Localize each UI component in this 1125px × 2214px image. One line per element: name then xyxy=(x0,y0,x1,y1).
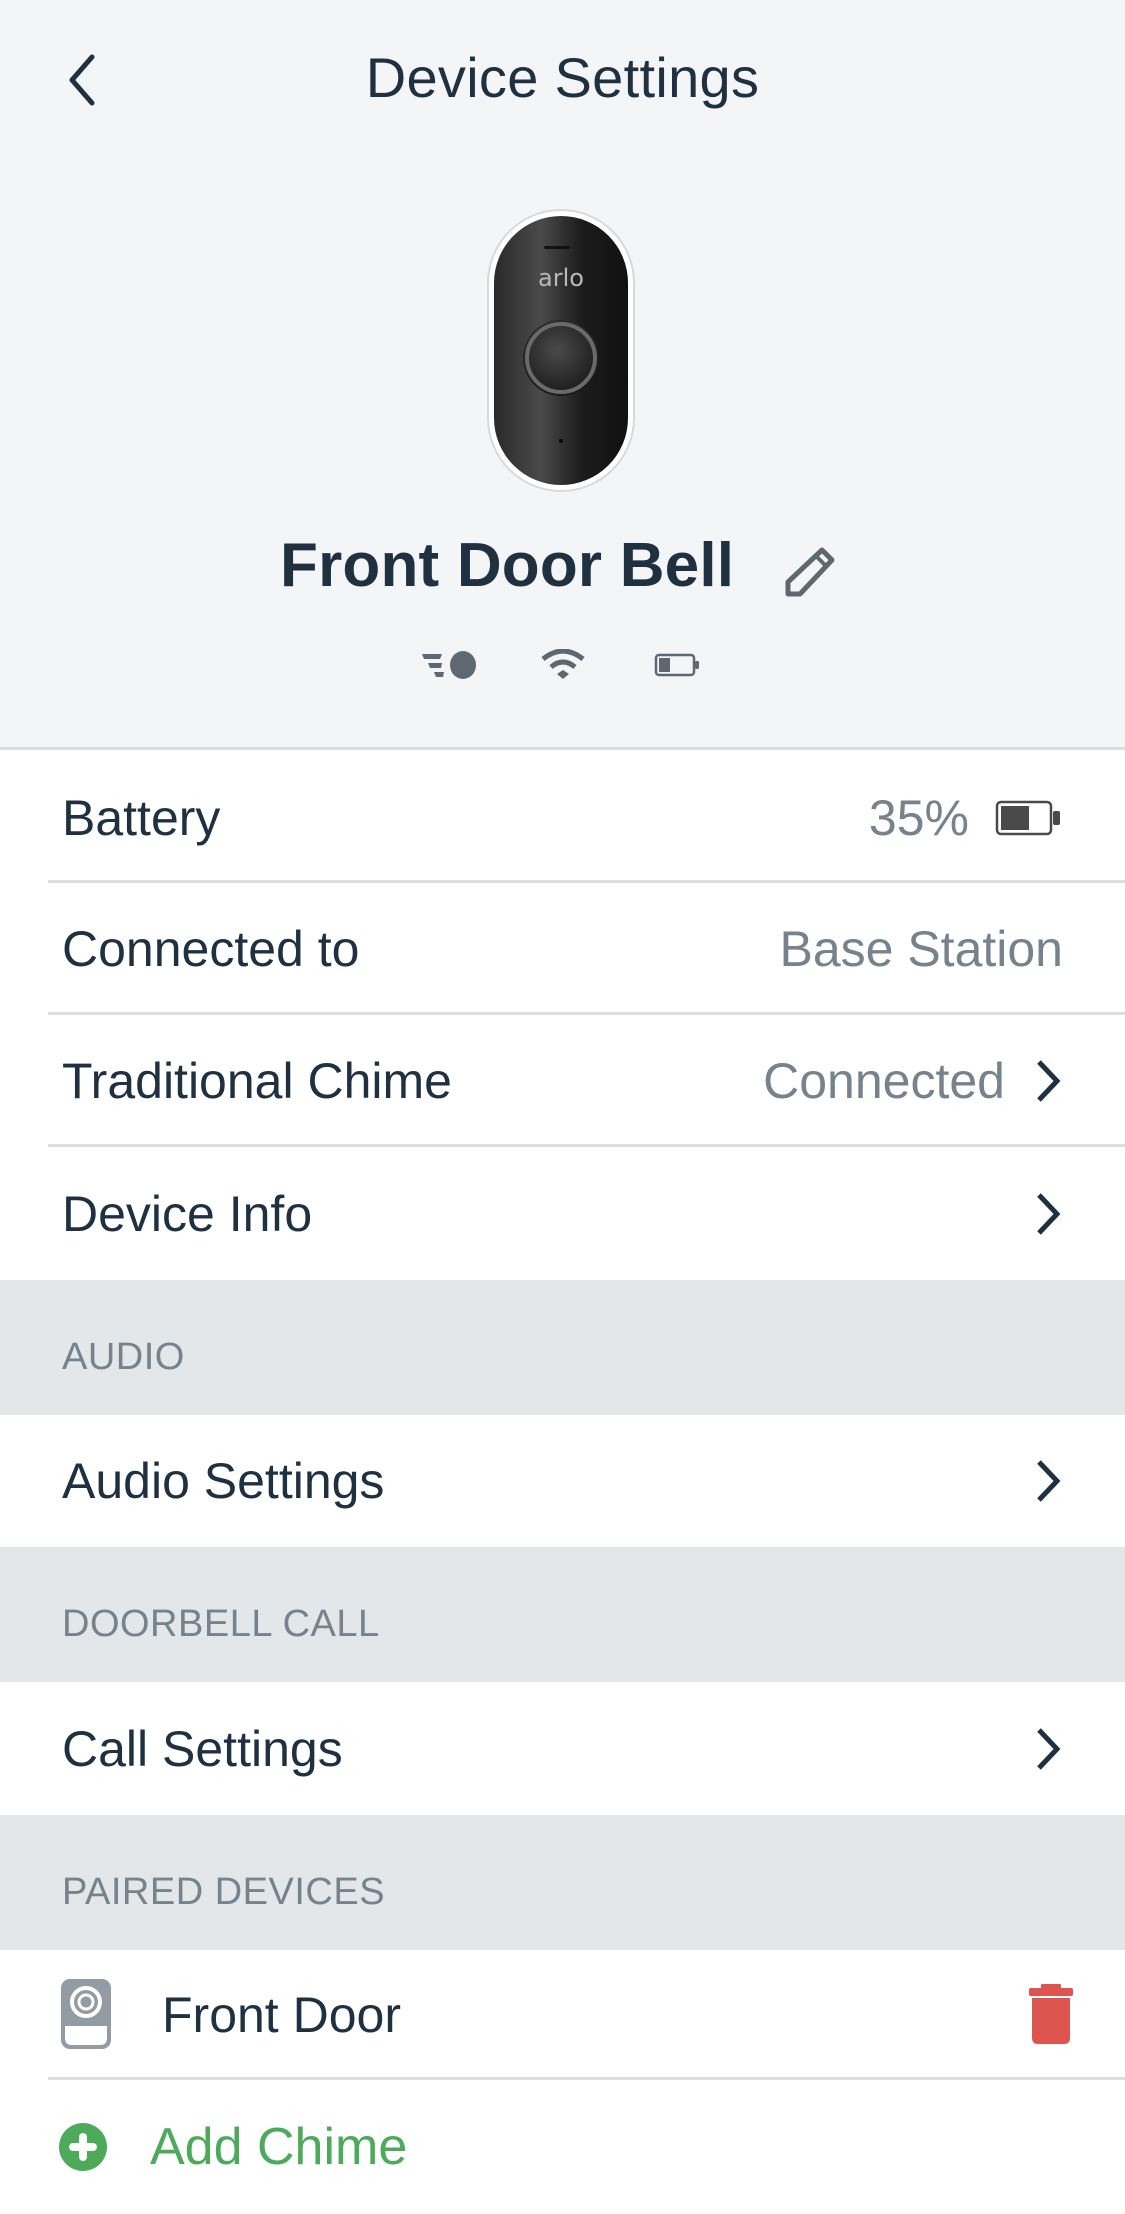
doorbell-device-image: arlo xyxy=(487,209,635,492)
page-title: Device Settings xyxy=(365,46,760,109)
motion-icon xyxy=(422,651,476,679)
traditional-chime-label: Traditional Chime xyxy=(62,1053,452,1109)
section-header-paired-devices: PAIRED DEVICES xyxy=(0,1815,1125,1950)
device-header: Device Settings arlo Front Door Bell xyxy=(0,0,1125,750)
traditional-chime-value: Connected xyxy=(763,1053,1005,1109)
motion-status xyxy=(420,645,480,685)
trash-icon xyxy=(1029,1984,1073,2044)
wifi-status xyxy=(538,645,588,685)
connected-to-label: Connected to xyxy=(62,921,360,977)
chevron-right-icon xyxy=(1037,1060,1061,1102)
delete-paired-device-button[interactable] xyxy=(1021,1978,1081,2050)
section-title: PAIRED DEVICES xyxy=(62,1871,386,1913)
audio-settings-label: Audio Settings xyxy=(62,1453,385,1509)
paired-device-name: Front Door xyxy=(162,1987,401,2043)
plus-circle-icon xyxy=(59,2123,107,2171)
edit-name-button[interactable] xyxy=(778,540,842,604)
chevron-right-icon xyxy=(1037,1727,1061,1770)
call-settings-row[interactable]: Call Settings xyxy=(0,1682,1125,1815)
audio-settings-row[interactable]: Audio Settings xyxy=(0,1415,1125,1547)
section-header-doorbell-call: DOORBELL CALL xyxy=(0,1547,1125,1682)
battery-icon xyxy=(995,800,1060,836)
device-name-row: Front Door Bell xyxy=(0,530,1125,610)
call-settings-label: Call Settings xyxy=(62,1720,343,1777)
section-header-audio: AUDIO xyxy=(0,1280,1125,1415)
paired-device-row[interactable]: Front Door xyxy=(0,1950,1125,2080)
wifi-icon xyxy=(541,649,585,679)
device-info-label: Device Info xyxy=(62,1185,313,1242)
chevron-right-icon xyxy=(1037,1460,1061,1502)
connected-to-value: Base Station xyxy=(779,921,1063,977)
status-icons xyxy=(0,645,1125,685)
section-title: DOORBELL CALL xyxy=(62,1603,380,1645)
battery-value: 35% xyxy=(868,790,969,846)
battery-icon xyxy=(654,653,699,677)
chevron-right-icon xyxy=(1037,1192,1061,1235)
pencil-icon xyxy=(785,547,835,597)
camera-icon xyxy=(61,1979,111,2049)
traditional-chime-row[interactable]: Traditional Chime Connected xyxy=(0,1015,1125,1147)
section-title: AUDIO xyxy=(62,1336,185,1378)
battery-status xyxy=(650,645,706,685)
arlo-logo: arlo xyxy=(538,264,584,292)
add-chime-button[interactable]: Add Chime xyxy=(0,2080,1125,2214)
connected-to-row: Connected to Base Station xyxy=(0,883,1125,1015)
battery-row: Battery 35% xyxy=(0,753,1125,883)
device-name: Front Door Bell xyxy=(280,531,735,600)
battery-label: Battery xyxy=(62,790,221,846)
add-chime-label: Add Chime xyxy=(150,2118,408,2176)
device-info-row[interactable]: Device Info xyxy=(0,1147,1125,1280)
